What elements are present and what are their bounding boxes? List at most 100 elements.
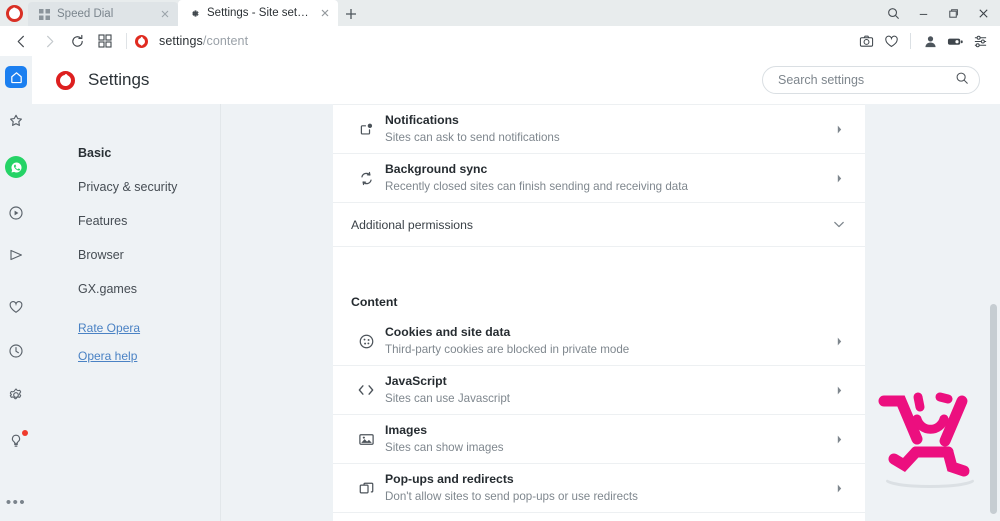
chevron-down-icon[interactable] <box>831 220 847 229</box>
setting-title: Images <box>385 423 428 437</box>
favorites-star-icon <box>5 110 27 132</box>
new-tab-button[interactable] <box>338 2 364 26</box>
search-settings-box[interactable] <box>762 66 980 94</box>
address-divider <box>126 33 127 49</box>
history-clock-icon <box>5 340 27 362</box>
setting-subtitle: Sites can show images <box>385 441 504 454</box>
minimize-button[interactable] <box>908 0 938 26</box>
search-input[interactable] <box>778 73 955 87</box>
chevron-right-icon[interactable] <box>831 336 847 347</box>
sidebar-item-settings[interactable] <box>0 380 32 410</box>
browser-tab-settings[interactable]: Settings - Site settings <box>178 0 338 26</box>
opera-logo-icon <box>56 70 75 90</box>
content-section-heading: Content <box>351 295 398 309</box>
heart-icon[interactable] <box>879 29 903 53</box>
setting-title: Background sync <box>385 162 488 176</box>
opera-logo-icon <box>5 4 23 22</box>
setting-title: Notifications <box>385 113 459 127</box>
setting-row-popups[interactable]: Pop-ups and redirects Don't allow sites … <box>333 464 865 513</box>
profile-avatar-icon[interactable] <box>918 29 942 53</box>
maximize-button[interactable] <box>938 0 968 26</box>
setting-row-text: Cookies and site data Third-party cookie… <box>381 317 831 365</box>
setting-subtitle: Sites can ask to send notifications <box>385 131 560 144</box>
background-sync-icon <box>351 170 381 187</box>
close-button[interactable] <box>968 0 998 26</box>
expander-label: Additional permissions <box>351 217 473 232</box>
setting-title: JavaScript <box>385 374 447 388</box>
setting-row-text: Notifications Sites can ask to send noti… <box>381 105 831 153</box>
reload-icon[interactable] <box>64 28 90 54</box>
battery-saver-icon[interactable] <box>943 29 967 53</box>
settings-nav-item-privacy-security[interactable]: Privacy & security <box>78 180 220 195</box>
setting-subtitle: Sites can use Javascript <box>385 392 511 405</box>
settings-nav-item-basic[interactable]: Basic <box>78 146 220 161</box>
additional-permissions-expander[interactable]: Additional permissions <box>333 203 865 247</box>
settings-header: Settings <box>32 56 1000 104</box>
sidebar-item-player[interactable] <box>0 198 32 228</box>
chevron-right-icon[interactable] <box>831 385 847 396</box>
browser-window: Speed Dial Settings - Site settings sett… <box>0 0 1000 521</box>
home-icon <box>5 66 27 88</box>
sidebar-item-messenger[interactable] <box>0 240 32 270</box>
sidebar-item-pinboards[interactable] <box>0 292 32 322</box>
url-path: /content <box>202 34 249 48</box>
chevron-right-icon[interactable] <box>831 434 847 445</box>
chevron-right-icon[interactable] <box>831 124 847 135</box>
opera-menu-button[interactable] <box>0 0 28 26</box>
tab-bar: Speed Dial Settings - Site settings <box>0 0 1000 26</box>
vertical-sidebar: ••• <box>0 56 32 521</box>
whatsapp-icon <box>5 156 27 178</box>
settings-nav-item-browser[interactable]: Browser <box>78 248 220 263</box>
setting-title: Cookies and site data <box>385 325 511 339</box>
chevron-right-icon[interactable] <box>831 483 847 494</box>
setting-row-background-sync[interactable]: Background sync Recently closed sites ca… <box>333 154 865 203</box>
messenger-icon <box>5 244 27 266</box>
snapshot-icon[interactable] <box>854 29 878 53</box>
address-bar-actions <box>854 29 992 53</box>
setting-title: Pop-ups and redirects <box>385 472 514 486</box>
setting-row-javascript[interactable]: JavaScript Sites can use Javascript <box>333 366 865 415</box>
sidebar-item-history[interactable] <box>0 336 32 366</box>
window-search-button[interactable] <box>878 0 908 26</box>
setting-row-cookies[interactable]: Cookies and site data Third-party cookie… <box>333 317 865 366</box>
speed-dial-grid-icon[interactable] <box>92 28 118 54</box>
vertical-scrollbar[interactable] <box>987 104 1000 521</box>
search-icon <box>955 71 969 90</box>
close-icon[interactable] <box>318 6 332 20</box>
cookie-icon <box>351 333 381 350</box>
rate-opera-link[interactable]: Rate Opera <box>78 321 220 335</box>
address-bar: settings/content <box>0 26 1000 56</box>
settings-content-area: Notifications Sites can ask to send noti… <box>221 104 1000 521</box>
settings-nav: Basic Privacy & security Features Browse… <box>32 104 220 521</box>
back-arrow-icon[interactable] <box>8 28 34 54</box>
settings-nav-item-gxgames[interactable]: GX.games <box>78 282 220 297</box>
setting-row-text: JavaScript Sites can use Javascript <box>381 366 831 414</box>
setting-row-notifications[interactable]: Notifications Sites can ask to send noti… <box>333 104 865 154</box>
notification-badge <box>22 430 28 436</box>
sidebar-more-button[interactable]: ••• <box>6 494 26 521</box>
sidebar-item-favorites[interactable] <box>0 106 32 136</box>
chevron-right-icon[interactable] <box>831 173 847 184</box>
tab-label: Speed Dial <box>57 8 114 20</box>
gear-icon <box>188 7 200 19</box>
sidebar-item-tips[interactable] <box>0 426 32 456</box>
opera-help-link[interactable]: Opera help <box>78 349 220 363</box>
forward-arrow-icon <box>36 28 62 54</box>
sidebar-item-whatsapp[interactable] <box>0 152 32 182</box>
browser-tab-speed-dial[interactable]: Speed Dial <box>28 2 178 26</box>
speed-dial-icon <box>38 8 50 20</box>
settings-nav-item-features[interactable]: Features <box>78 214 220 229</box>
address-url[interactable]: settings/content <box>159 34 248 48</box>
setting-subtitle: Recently closed sites can finish sending… <box>385 180 688 193</box>
javascript-code-icon <box>351 382 381 398</box>
window-controls <box>878 0 1000 26</box>
close-icon[interactable] <box>158 7 172 21</box>
additional-content-settings-expander[interactable]: Additional content settings <box>333 513 865 521</box>
easy-setup-icon[interactable] <box>968 29 992 53</box>
image-icon <box>351 431 381 448</box>
popup-windows-icon <box>351 480 381 497</box>
scrollbar-thumb[interactable] <box>990 304 997 514</box>
sidebar-item-home[interactable] <box>0 62 32 92</box>
setting-subtitle: Don't allow sites to send pop-ups or use… <box>385 490 638 503</box>
setting-row-images[interactable]: Images Sites can show images <box>333 415 865 464</box>
